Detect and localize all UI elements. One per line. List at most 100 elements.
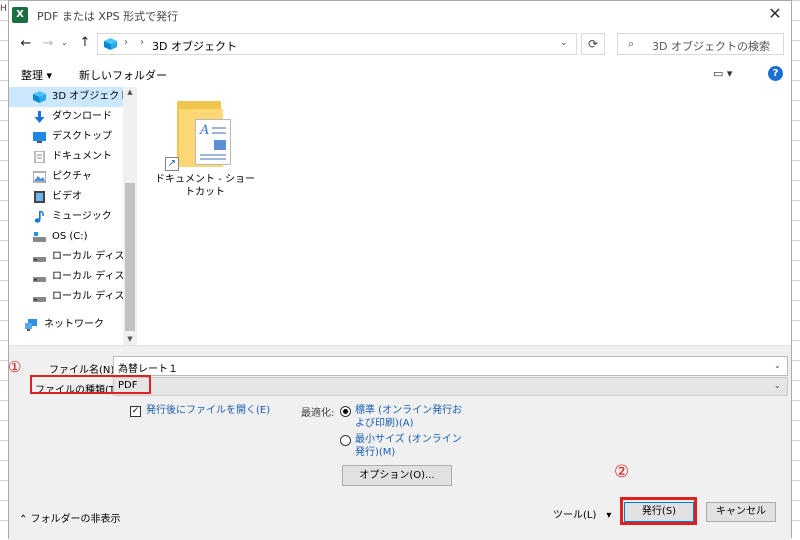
address-separator[interactable]: › (140, 37, 144, 48)
up-arrow-icon[interactable]: ↑ (77, 35, 93, 53)
sidebar-item-label: ビデオ (52, 191, 82, 202)
title-bar: X PDF または XPS 形式で発行 ✕ (9, 1, 791, 29)
refresh-icon[interactable]: ⟳ (581, 33, 605, 55)
view-options-button[interactable]: ▭ ▾ (713, 67, 732, 80)
sidebar-item-label: ネットワーク (44, 319, 104, 330)
sidebar-item-label: ローカル ディスク (E (52, 271, 123, 282)
shortcut-arrow-icon: ↗ (165, 157, 179, 171)
annotation-marker-2: ② (614, 462, 630, 482)
cube-icon (104, 38, 117, 50)
doc-line (200, 154, 226, 156)
excel-column-letter: H (0, 4, 7, 14)
filetype-select[interactable]: PDF ⌄ (113, 377, 788, 396)
search-placeholder: 3D オブジェクトの検索 (652, 40, 770, 53)
new-folder-button[interactable]: 新しいフォルダー (79, 67, 167, 83)
sidebar-item-label: 3D オブジェクト (52, 91, 123, 102)
sidebar-item-label: ローカル ディスク (D (52, 251, 123, 262)
sidebar-item-label: ローカル ディスク (F (52, 291, 123, 302)
sidebar-item-local-disk-e[interactable]: ローカル ディスク (E (9, 267, 123, 287)
sidebar-item-label: ドキュメント (52, 151, 112, 162)
sidebar-item-3d-objects[interactable]: 3D オブジェクト (9, 87, 123, 107)
doc-line (200, 158, 226, 160)
chevron-down-icon[interactable]: ⌄ (774, 361, 781, 370)
picture-icon (33, 171, 46, 183)
dialog-title: PDF または XPS 形式で発行 (37, 10, 179, 23)
filename-input[interactable]: 為替レート１ ⌄ (113, 356, 788, 376)
doc-letter: A (200, 123, 210, 138)
network-icon (25, 319, 37, 331)
sidebar-item-documents[interactable]: ドキュメント (9, 147, 123, 167)
sidebar-item-label: ミュージック (52, 211, 112, 222)
sidebar-item-label: デスクトップ (52, 131, 112, 142)
sidebar-item-desktop[interactable]: デスクトップ (9, 127, 123, 147)
optimize-standard-radio[interactable] (340, 406, 351, 417)
music-note-icon (34, 211, 44, 223)
command-toolbar: 整理 ▾ 新しいフォルダー ▭ ▾ ? (9, 61, 791, 87)
navigation-scrollbar[interactable]: ▲ ▼ (123, 87, 137, 345)
open-after-publish-label[interactable]: 発行後にファイルを開く(E) (146, 404, 276, 417)
radio-selected-dot (343, 409, 348, 414)
drive-os-icon (33, 232, 46, 242)
chevron-down-icon[interactable]: ⌄ (774, 381, 781, 390)
sidebar-item-label: ダウンロード (52, 111, 112, 122)
annotation-highlight-publish (620, 497, 697, 525)
open-after-publish-checkbox[interactable]: ✓ (130, 406, 141, 417)
doc-line (212, 127, 226, 129)
sidebar-item-downloads[interactable]: ダウンロード (9, 107, 123, 127)
publish-dialog: X PDF または XPS 形式で発行 ✕ ← → ⌄ ↑ › › 3D オブジ… (8, 0, 792, 540)
excel-app-icon: X (12, 7, 28, 23)
navigation-pane: 3D オブジェクト ダウンロード デスクトップ ドキュメント ピクチャ ビデオ … (9, 87, 137, 345)
filename-label: ファイル名(N): (49, 365, 118, 376)
doc-line (212, 132, 226, 134)
scrollbar-thumb[interactable] (125, 183, 135, 331)
tools-button[interactable]: ツール(L) ▾ (553, 506, 611, 521)
drive-icon (33, 257, 46, 262)
organize-button[interactable]: 整理 ▾ (21, 67, 52, 83)
close-button[interactable]: ✕ (761, 3, 789, 27)
drive-icon (33, 277, 46, 282)
optimize-standard-label[interactable]: 標準 (オンライン発行および印刷)(A) (355, 404, 467, 430)
sidebar-item-pictures[interactable]: ピクチャ (9, 167, 123, 187)
scroll-up-icon[interactable]: ▲ (123, 88, 137, 96)
address-path-segment[interactable]: 3D オブジェクト (152, 38, 237, 54)
back-arrow-icon[interactable]: ← (17, 36, 35, 54)
video-icon (34, 191, 45, 203)
sidebar-item-videos[interactable]: ビデオ (9, 187, 123, 207)
address-separator[interactable]: › (124, 37, 128, 48)
document-icon (34, 151, 45, 163)
address-bar[interactable]: › › 3D オブジェクト ⌄ (97, 33, 577, 55)
options-button[interactable]: オプション(O)... (342, 465, 452, 486)
excel-grid-right (792, 0, 800, 539)
sidebar-item-os-drive[interactable]: OS (C:) (9, 227, 123, 247)
annotation-marker-1: ① (8, 358, 22, 376)
search-icon: ⌕ (628, 37, 635, 50)
document-page-icon: A (195, 119, 231, 165)
optimize-label: 最適化: (301, 408, 335, 419)
sidebar-item-local-disk-d[interactable]: ローカル ディスク (D (9, 247, 123, 267)
sidebar-item-label: OS (C:) (52, 231, 88, 242)
doc-image (214, 140, 226, 150)
sidebar-item-music[interactable]: ミュージック (9, 207, 123, 227)
sidebar-item-label: ピクチャ (52, 171, 92, 182)
cube-icon (33, 91, 46, 103)
search-input[interactable]: ⌕ 3D オブジェクトの検索 (617, 33, 784, 55)
file-item[interactable]: A ↗ ドキュメント - ショートカット (155, 99, 255, 209)
download-arrow-icon (34, 111, 45, 123)
drive-icon (33, 297, 46, 302)
file-list: A ↗ ドキュメント - ショートカット (137, 87, 791, 345)
chevron-down-icon[interactable]: ⌄ (560, 38, 568, 48)
filename-value: 為替レート１ (118, 364, 178, 375)
file-name: ドキュメント - ショートカット (155, 174, 255, 198)
cancel-button[interactable]: キャンセル (706, 502, 776, 522)
hide-folders-button[interactable]: ⌃ フォルダーの非表示 (19, 510, 121, 525)
sidebar-item-network[interactable]: ネットワーク (1, 315, 115, 335)
recent-locations-chevron-icon[interactable]: ⌄ (61, 38, 73, 52)
sidebar-item-local-disk-f[interactable]: ローカル ディスク (F (9, 287, 123, 307)
help-icon[interactable]: ? (768, 66, 783, 81)
forward-arrow-icon[interactable]: → (39, 36, 57, 54)
desktop-icon (33, 132, 46, 143)
scroll-down-icon[interactable]: ▼ (123, 335, 137, 343)
optimize-minimum-label[interactable]: 最小サイズ (オンライン発行)(M) (355, 433, 467, 459)
optimize-minimum-radio[interactable] (340, 435, 351, 446)
annotation-highlight-filetype (30, 375, 151, 394)
